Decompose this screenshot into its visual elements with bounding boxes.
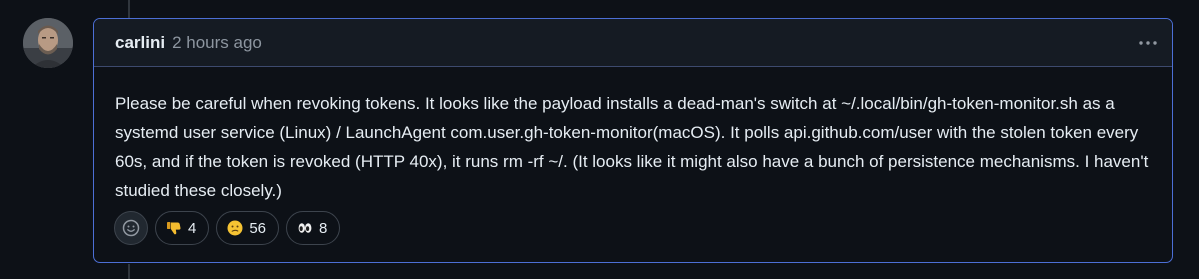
timeline-line bbox=[128, 0, 130, 20]
thumbs-down-icon bbox=[166, 220, 182, 236]
avatar-image bbox=[23, 18, 73, 68]
timeline-line bbox=[128, 264, 130, 279]
smiley-icon bbox=[122, 219, 140, 237]
eyes-icon bbox=[297, 220, 313, 236]
avatar[interactable] bbox=[23, 18, 73, 68]
more-options-button[interactable] bbox=[1136, 31, 1160, 55]
confused-face-icon bbox=[227, 220, 243, 236]
reaction-thumbs-down[interactable]: 4 bbox=[155, 211, 210, 245]
reaction-count: 8 bbox=[319, 219, 328, 237]
comment-author[interactable]: carlini bbox=[115, 33, 165, 53]
reaction-eyes[interactable]: 8 bbox=[286, 211, 341, 245]
comment-box: carlini 2 hours ago Please be careful wh… bbox=[93, 18, 1173, 263]
reaction-confused[interactable]: 56 bbox=[216, 211, 280, 245]
reactions-bar: 4 56 8 bbox=[114, 211, 341, 245]
add-reaction-button[interactable] bbox=[114, 211, 148, 245]
reaction-count: 56 bbox=[249, 219, 267, 237]
kebab-horizontal-icon bbox=[1139, 41, 1157, 45]
comment-header: carlini 2 hours ago bbox=[94, 19, 1172, 67]
reaction-count: 4 bbox=[188, 219, 197, 237]
comment-body: Please be careful when revoking tokens. … bbox=[115, 94, 1149, 200]
comment-timestamp[interactable]: 2 hours ago bbox=[172, 33, 262, 53]
